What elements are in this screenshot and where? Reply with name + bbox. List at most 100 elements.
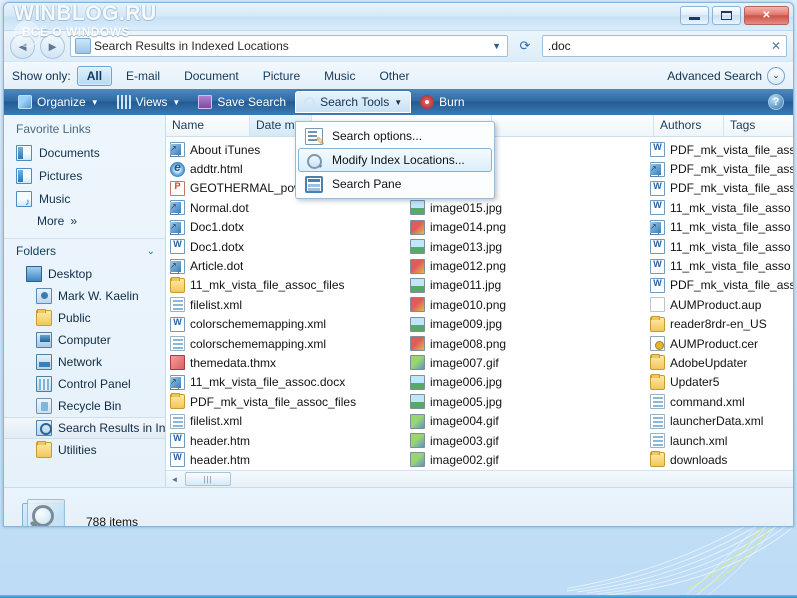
file-list-row[interactable]: downloads [650,450,793,469]
file-list-row[interactable]: image005.jpg [410,392,646,411]
tree-item-desktop[interactable]: Desktop [4,263,165,285]
address-field[interactable]: Search Results in Indexed Locations ▼ [70,35,508,57]
file-list-row[interactable]: 11_mk_vista_file_asso [650,218,793,237]
filter-chip-picture[interactable]: Picture [253,66,310,86]
back-button[interactable]: ◄ [10,33,35,59]
file-list-row[interactable]: AdobeUpdater [650,353,793,372]
column-header-authors[interactable]: Authors [654,115,724,136]
address-dropdown-icon[interactable]: ▼ [492,41,503,51]
command-toolbar: Organize ▼ Views ▼ Save Search Search To… [4,89,793,115]
file-list-row[interactable]: image004.gif [410,411,646,430]
folders-header[interactable]: Folders ⌄ [4,239,165,263]
file-list-row[interactable]: AUMProduct.aup [650,295,793,314]
scrollbar-thumb[interactable]: ||| [185,472,231,486]
jpg-icon [410,277,425,293]
sidebar-item-pictures[interactable]: Pictures [4,164,165,187]
forward-button[interactable]: ► [40,33,65,59]
tree-item-control-panel[interactable]: Control Panel [4,373,165,395]
tree-item-utilities[interactable]: Utilities [4,439,165,461]
file-list-row[interactable]: Doc1.dotx [170,237,406,256]
file-list-row[interactable]: image009.jpg [410,315,646,334]
horizontal-scrollbar[interactable]: ◄ ||| [166,470,793,487]
column-header-tags[interactable]: Tags [724,115,793,136]
tree-item-recycle-bin[interactable]: Recycle Bin [4,395,165,417]
file-list-row[interactable]: command.xml [650,392,793,411]
file-list-row[interactable]: AUMProduct.cer [650,334,793,353]
file-list-row[interactable]: header.htm [170,450,406,469]
sidebar-item-music[interactable]: Music [4,187,165,210]
file-list-row[interactable]: filelist.xml [170,411,406,430]
file-list-row[interactable]: 11_mk_vista_file_asso [650,198,793,217]
search-input[interactable]: .doc [548,39,771,53]
menu-item-search-pane[interactable]: Search Pane [298,172,492,196]
file-list-row[interactable]: 11_mk_vista_file_assoc_files [170,276,406,295]
file-list-row[interactable]: 11_mk_vista_file_assoc.docx [170,373,406,392]
tree-item-search-results[interactable]: Search Results in Indexed Locations [4,417,165,439]
clear-search-icon[interactable]: ✕ [771,39,781,53]
advanced-search-button[interactable]: Advanced Search ⌄ [667,66,785,85]
file-list-row[interactable]: Normal.dot [170,198,406,217]
file-list-row[interactable]: launch.xml [650,431,793,450]
file-list-row[interactable]: 11_mk_vista_file_asso [650,237,793,256]
file-list-row[interactable]: PDF_mk_vista_file_ass [650,179,793,198]
filter-chip-document[interactable]: Document [174,66,249,86]
file-list-row[interactable]: launcherData.xml [650,411,793,430]
file-list-row[interactable]: image006.jpg [410,373,646,392]
file-list-row[interactable]: image007.gif [410,353,646,372]
burn-button[interactable]: Burn [411,91,473,113]
file-list-row[interactable]: Article.dot [170,256,406,275]
file-list-row[interactable]: image003.gif [410,431,646,450]
file-list-row[interactable]: image011.jpg [410,276,646,295]
save-search-button[interactable]: Save Search [189,91,295,113]
column-header-hidden-2[interactable] [492,115,654,136]
file-list-row[interactable]: PDF_mk_vista_file_ass [650,140,793,159]
file-list-row[interactable]: filelist.xml [170,295,406,314]
file-list-row[interactable]: PDF_mk_vista_file_ass [650,159,793,178]
file-list-row[interactable]: image012.png [410,256,646,275]
sidebar-item-documents[interactable]: Documents [4,141,165,164]
file-list-row[interactable]: image010.png [410,295,646,314]
file-list-row[interactable]: image008.png [410,334,646,353]
menu-item-label: Search options... [332,129,423,143]
close-button[interactable]: ✕ [744,6,789,25]
file-list-row[interactable]: 11_mk_vista_file_asso [650,256,793,275]
search-box[interactable]: .doc ✕ [542,35,787,57]
file-list-row[interactable]: colorschememapping.xml [170,334,406,353]
tree-item-public[interactable]: Public [4,307,165,329]
file-list-row[interactable]: Updater5 [650,373,793,392]
filter-chip-other[interactable]: Other [369,66,419,86]
filter-chip-email[interactable]: E-mail [116,66,170,86]
file-list-row[interactable]: image014.png [410,218,646,237]
file-list-row[interactable]: PDF_mk_vista_file_ass [650,276,793,295]
file-list-row[interactable]: image015.jpg [410,198,646,217]
refresh-button[interactable]: ⟳ [513,35,537,57]
tree-item-network[interactable]: Network [4,351,165,373]
chevron-down-icon[interactable]: ⌄ [767,66,785,85]
maximize-button[interactable] [712,6,741,25]
sidebar-more-button[interactable]: More » [4,210,165,232]
search-tools-button[interactable]: Search Tools ▼ [295,91,412,113]
column-header-name[interactable]: Name [166,115,250,136]
file-list-row[interactable]: image013.jpg [410,237,646,256]
item-count-label: 788 items [86,514,139,527]
file-list-row[interactable]: Doc1.dotx [170,218,406,237]
file-list-row[interactable]: colorschememapping.xml [170,315,406,334]
tree-item-computer[interactable]: Computer [4,329,165,351]
filter-chip-music[interactable]: Music [314,66,365,86]
file-list-row[interactable]: PDF_mk_vista_file_assoc_files [170,392,406,411]
tree-item-user[interactable]: Mark W. Kaelin [4,285,165,307]
organize-button[interactable]: Organize ▼ [9,91,108,113]
window-controls: ✕ [680,6,789,25]
file-list-row[interactable]: image002.gif [410,450,646,469]
file-name-label: command.xml [670,394,745,409]
file-list-row[interactable]: themedata.thmx [170,353,406,372]
filter-chip-all[interactable]: All [76,65,113,86]
file-list-row[interactable]: header.htm [170,431,406,450]
menu-item-search-options[interactable]: Search options... [298,124,492,148]
menu-item-modify-index-locations[interactable]: Modify Index Locations... [298,148,492,172]
views-button[interactable]: Views ▼ [108,91,190,113]
scroll-left-arrow[interactable]: ◄ [166,472,183,487]
file-list-row[interactable]: reader8rdr-en_US [650,315,793,334]
minimize-button[interactable] [680,6,709,25]
help-button[interactable]: ? [768,94,784,110]
